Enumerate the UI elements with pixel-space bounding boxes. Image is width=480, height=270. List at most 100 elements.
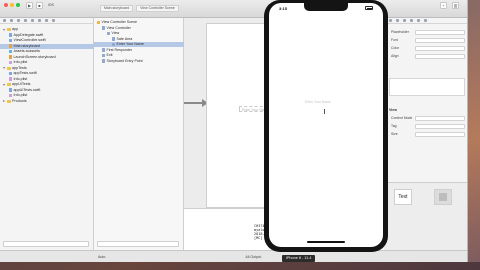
- outline-item-label: View Controller: [106, 25, 131, 30]
- navigator-item[interactable]: ViewController.swift: [0, 38, 94, 43]
- help-inspector-icon[interactable]: [396, 19, 399, 22]
- run-button[interactable]: ▶: [26, 2, 33, 9]
- navigator-item[interactable]: app: [0, 27, 94, 32]
- close-window-button[interactable]: [4, 3, 8, 7]
- home-indicator[interactable]: [307, 241, 345, 243]
- tag-field[interactable]: [415, 124, 465, 129]
- color-label: Color: [391, 46, 400, 50]
- align-control[interactable]: [415, 54, 465, 59]
- size-field[interactable]: [415, 132, 465, 137]
- navigator-item[interactable]: Products: [0, 99, 94, 104]
- minimize-window-button[interactable]: [10, 3, 14, 7]
- text-cursor-icon: [324, 109, 326, 114]
- play-icon: ▶: [27, 3, 32, 8]
- navigator-item-label: Info.plist: [13, 76, 28, 81]
- project-navigator: app AppDelegate.swift ViewController.swift…: [0, 18, 94, 250]
- stop-button[interactable]: ■: [36, 2, 43, 9]
- size-label: Size: [391, 132, 398, 136]
- outline-filter-field[interactable]: [97, 241, 179, 247]
- image-view-library-item[interactable]: [434, 189, 452, 205]
- source-control-tab-icon[interactable]: [10, 19, 13, 22]
- outline-item-label: Storyboard Entry Point: [106, 58, 143, 63]
- test-tab-icon[interactable]: [38, 19, 41, 22]
- disclosure-closed-icon[interactable]: [3, 100, 5, 102]
- align-label: Align: [391, 54, 399, 58]
- navigator-item-label: Products: [12, 98, 27, 103]
- status-time: 3:15: [279, 6, 288, 11]
- disclosure-open-icon[interactable]: [3, 83, 5, 86]
- navigator-item[interactable]: LaunchScreen.storyboard: [0, 55, 94, 60]
- outline-item-label: First Responder: [106, 47, 133, 52]
- outline-item[interactable]: Enter Your Name: [94, 42, 184, 47]
- navigator-item-label: Info.plist: [13, 93, 28, 97]
- identity-inspector-icon[interactable]: [403, 19, 406, 22]
- navigator-item[interactable]: appUITests.swift: [0, 88, 94, 93]
- file-icon: [9, 60, 12, 65]
- outline-item-icon: [112, 42, 115, 47]
- navigator-filter-field[interactable]: [3, 241, 89, 247]
- font-field[interactable]: [415, 38, 465, 43]
- folder-icon: [6, 83, 11, 86]
- outline-item-label: View: [111, 31, 120, 35]
- xcode-window: ▶ ■ iOS Main.storyboard View Controller …: [0, 0, 468, 262]
- outline-item[interactable]: Safe Area: [94, 37, 184, 42]
- navigator-item[interactable]: Info.plist: [0, 93, 94, 98]
- disclosure-open-icon[interactable]: [3, 67, 5, 69]
- breakpoint-tab-icon[interactable]: [52, 19, 55, 22]
- navigator-item[interactable]: appTests.swift: [0, 71, 94, 76]
- auto-label[interactable]: Auto: [98, 255, 105, 259]
- inspector-tabs: [385, 18, 467, 24]
- text-field-library-item[interactable]: Text: [394, 189, 412, 205]
- debug-tab-icon[interactable]: [45, 19, 48, 22]
- connections-inspector-icon[interactable]: [424, 19, 427, 22]
- outline-item[interactable]: Storyboard Entry Point: [94, 59, 184, 64]
- simulator-screen[interactable]: 3:15 Enter Your Name: [269, 3, 383, 247]
- scheme-selector[interactable]: iOS: [48, 3, 54, 7]
- navigator-item[interactable]: appUITests: [0, 82, 94, 87]
- outline-item-icon: [102, 48, 105, 52]
- file-icon: [9, 55, 12, 59]
- color-field[interactable]: [415, 46, 465, 51]
- attributes-inspector-icon[interactable]: [410, 19, 413, 22]
- disclosure-open-icon[interactable]: [3, 28, 5, 31]
- jump-bar-file[interactable]: Main.storyboard: [100, 5, 134, 12]
- outline-item[interactable]: View Controller Scene: [94, 20, 184, 25]
- outline-item[interactable]: First Responder: [94, 48, 184, 53]
- symbol-tab-icon[interactable]: [17, 19, 20, 22]
- placeholder-field[interactable]: [415, 30, 465, 35]
- jump-bar-scene[interactable]: View Controller Scene: [136, 5, 179, 12]
- outline-item-icon: [102, 53, 105, 58]
- navigator-item-label: ViewController.swift: [13, 38, 46, 42]
- toolbar: ▶ ■ iOS Main.storyboard View Controller …: [0, 0, 467, 18]
- inspector-toggle-button[interactable]: ▥: [452, 2, 459, 9]
- jump-bar[interactable]: Main.storyboard View Controller Scene: [100, 5, 179, 12]
- issue-tab-icon[interactable]: [31, 19, 34, 22]
- content-mode-field[interactable]: [415, 116, 465, 121]
- stop-icon: ■: [38, 3, 41, 8]
- folder-tab-icon[interactable]: [3, 19, 6, 22]
- outline-item[interactable]: Exit: [94, 53, 184, 58]
- file-inspector-icon[interactable]: [389, 19, 392, 22]
- simulator-name-field[interactable]: Enter Your Name: [305, 99, 361, 105]
- navigator-item-label: appUITests.swift: [13, 87, 41, 92]
- navigator-item[interactable]: Main.storyboard: [0, 43, 94, 49]
- navigator-item-label: AppDelegate.swift: [13, 32, 44, 37]
- output-filter-label[interactable]: All Output: [245, 255, 261, 259]
- view-section-header: View: [389, 108, 397, 112]
- folder-icon: [6, 66, 11, 70]
- navigator-item[interactable]: Info.plist: [0, 60, 94, 65]
- outline-item[interactable]: View: [94, 31, 184, 36]
- navigator-item[interactable]: appTests: [0, 66, 94, 71]
- key-value-table[interactable]: [389, 78, 465, 96]
- navigator-item[interactable]: AppDelegate.swift: [0, 33, 94, 38]
- size-inspector-icon[interactable]: [417, 19, 420, 22]
- library-button[interactable]: +: [440, 2, 447, 9]
- zoom-window-button[interactable]: [16, 3, 20, 7]
- search-tab-icon[interactable]: [24, 19, 27, 22]
- navigator-item[interactable]: Assets.xcassets: [0, 49, 94, 54]
- folder-icon: [6, 28, 11, 31]
- navigator-item-label: app: [12, 27, 19, 31]
- outline-item[interactable]: View Controller: [94, 26, 184, 31]
- navigator-item[interactable]: Info.plist: [0, 77, 94, 82]
- placeholder-label: Placeholder: [391, 30, 409, 34]
